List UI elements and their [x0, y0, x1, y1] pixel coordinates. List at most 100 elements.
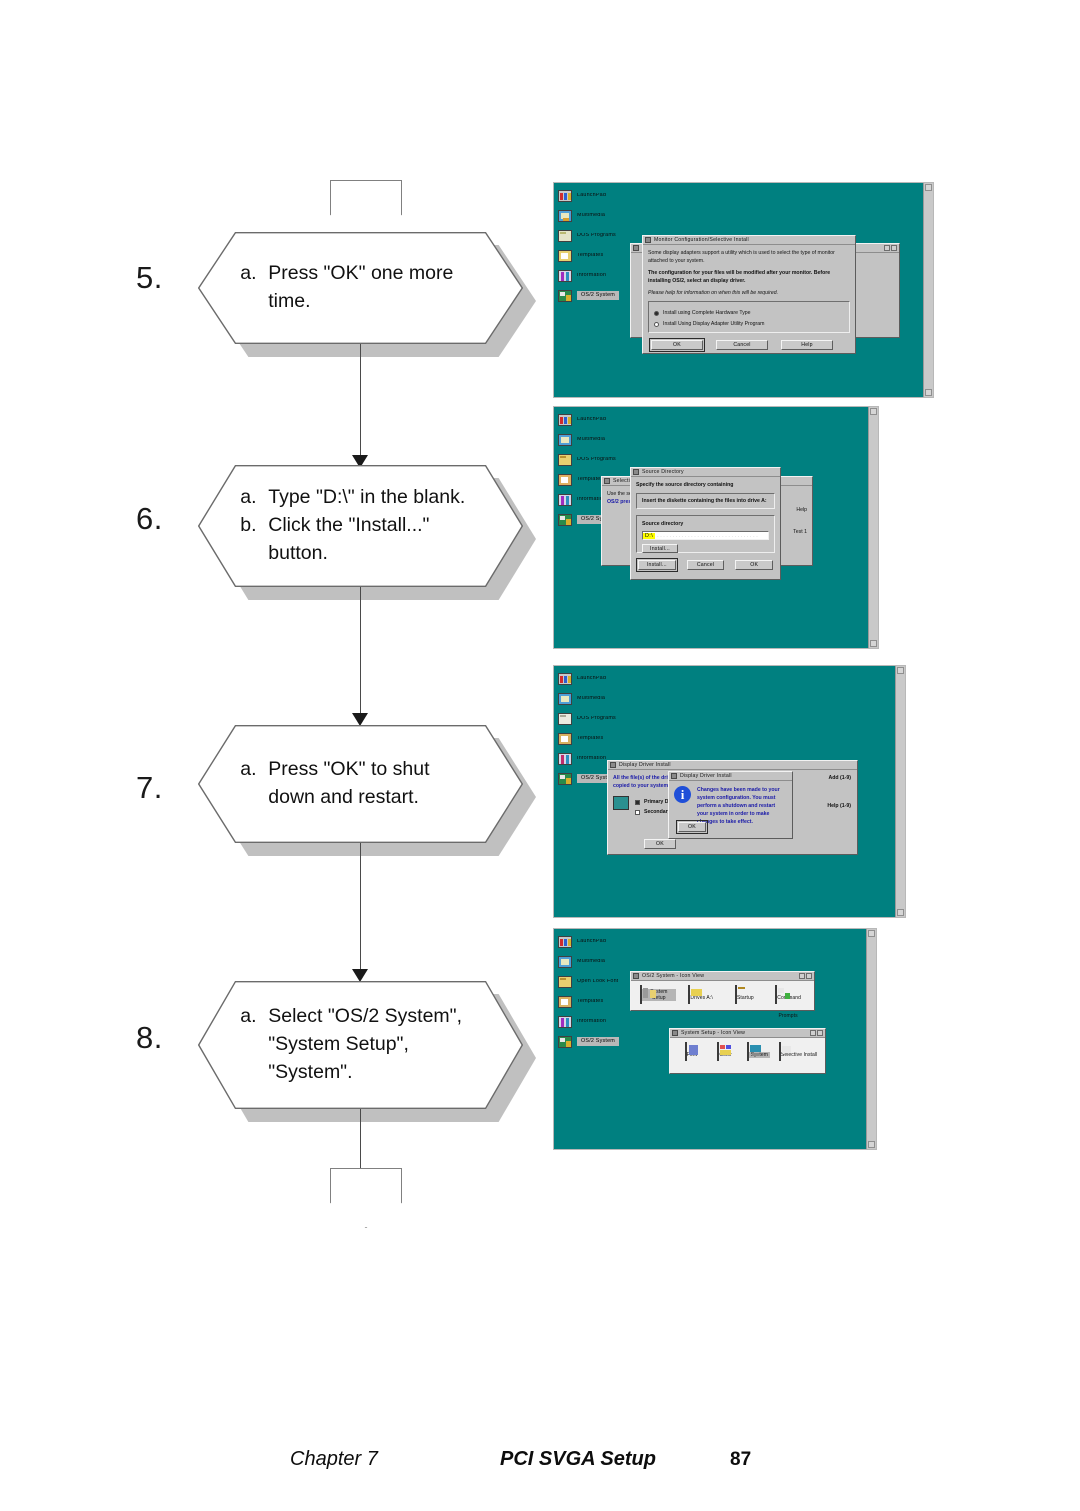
desktop-icon[interactable]: DOS Programs [558, 712, 678, 725]
dialog-titlebar[interactable]: Source Directory [631, 468, 780, 477]
scroll-up-icon[interactable] [868, 930, 875, 937]
desktop-icon-label: LaunchPad [577, 416, 607, 422]
folder-item[interactable]: System [743, 1042, 773, 1061]
step-number-6: 6. [136, 501, 163, 536]
desktop-icon-label: LaunchPad [577, 675, 607, 681]
system-setup-folder-window[interactable]: System Setup - Icon View Font Color Syst… [669, 1028, 826, 1074]
window-titlebar[interactable]: System Setup - Icon View [670, 1029, 825, 1038]
screenshot-scrollbar[interactable] [868, 407, 878, 648]
window-title: System Setup - Icon View [681, 1030, 746, 1036]
ok-button[interactable]: OK [735, 560, 774, 571]
maximize-icon [817, 1030, 823, 1036]
system-menu-icon[interactable] [604, 478, 610, 484]
desktop-icon-label: Multimedia [577, 212, 606, 218]
desktop-icon[interactable]: Multimedia [558, 692, 678, 705]
screenshot-scrollbar[interactable] [866, 929, 876, 1149]
system-menu-icon[interactable] [672, 1030, 678, 1036]
monitor-config-dialog[interactable]: Monitor Configuration/Selective Install … [642, 235, 856, 354]
dialog-paragraph-3: Please help for information on when this… [648, 290, 779, 297]
desktop-icon[interactable]: LaunchPad [558, 935, 678, 948]
folder-item[interactable]: Font [676, 1042, 706, 1061]
selective-install-icon [778, 1042, 791, 1061]
desktop-icon[interactable]: LaunchPad [558, 672, 678, 685]
dialog-titlebar[interactable]: Monitor Configuration/Selective Install [643, 236, 855, 245]
os2-system-icon [558, 772, 572, 785]
dialog-button-row: Install... Cancel OK [636, 558, 775, 573]
desktop-icon[interactable]: Templates [558, 732, 678, 745]
step-line-text: Click the "Install..." [268, 514, 430, 537]
screenshot-scrollbar[interactable] [923, 183, 933, 397]
scroll-up-icon[interactable] [870, 408, 877, 415]
display-driver-message-dialog[interactable]: Display Driver Install i Changes have be… [668, 771, 793, 839]
footer-chapter: Chapter 7 [290, 1448, 378, 1470]
folder-item[interactable]: Color [710, 1042, 740, 1061]
desktop-icon[interactable]: Multimedia [558, 955, 678, 968]
window-titlebar[interactable]: Display Driver Install [608, 761, 857, 770]
os2-system-icon [558, 1035, 572, 1048]
checkbox-unchecked-icon[interactable] [635, 809, 640, 815]
scroll-up-icon[interactable] [925, 184, 932, 191]
desktop-icon[interactable]: Multimedia [558, 433, 678, 446]
system-menu-icon[interactable] [671, 773, 677, 779]
dialog-radio-option[interactable]: Install Using Display Adapter Utility Pr… [654, 320, 844, 328]
window-controls[interactable] [799, 973, 812, 979]
step-number-8: 8. [136, 1020, 163, 1055]
desktop-icon-os2-system[interactable]: OS/2 System [558, 1035, 678, 1048]
cancel-button[interactable]: Cancel [716, 340, 768, 351]
desktop-icon[interactable]: DOS Programs [558, 453, 678, 466]
install-action-button[interactable]: Install... [636, 558, 678, 573]
step-line-text: time. [268, 290, 311, 312]
step-marker: a. [240, 262, 257, 285]
scroll-down-icon[interactable] [925, 389, 932, 396]
source-directory-input[interactable]: D:\ ................................. [642, 531, 769, 541]
help-button[interactable]: Help [781, 340, 833, 351]
radio-unselected-icon[interactable] [654, 321, 659, 327]
window-controls[interactable] [884, 245, 897, 251]
scroll-up-icon[interactable] [897, 667, 904, 674]
desktop-icon[interactable]: Multimedia [558, 209, 678, 222]
step-line: "System". [240, 1059, 497, 1087]
system-setup-icon [639, 985, 656, 1004]
screenshot-scrollbar[interactable] [895, 666, 905, 917]
scroll-down-icon[interactable] [870, 640, 877, 647]
system-menu-icon[interactable] [610, 762, 616, 768]
source-directory-label: Source directory [642, 521, 684, 528]
window-controls[interactable] [810, 1030, 823, 1036]
os2-system-icon [558, 289, 572, 302]
ok-button[interactable]: OK [676, 820, 708, 834]
cancel-button[interactable]: Cancel [686, 560, 725, 571]
folder-item[interactable]: Command Prompts [771, 985, 805, 1022]
system-menu-icon[interactable] [633, 469, 639, 475]
desktop-icon[interactable]: LaunchPad [558, 413, 678, 426]
dialog-radio-option[interactable]: Install using Complete Hardware Type [654, 309, 844, 317]
window-titlebar[interactable]: OS/2 System - Icon View [631, 972, 814, 981]
scroll-down-icon[interactable] [868, 1141, 875, 1148]
os2-system-folder-window[interactable]: OS/2 System - Icon View System Setup Dri… [630, 971, 815, 1019]
scroll-down-icon[interactable] [897, 909, 904, 916]
system-menu-icon[interactable] [633, 245, 639, 251]
dialog-body: Some display adapters support a utility … [643, 245, 855, 353]
step-6-text: a. Type "D:\" in the blank. b. Click the… [240, 465, 497, 587]
desktop-icon-label: Information [577, 755, 607, 761]
system-icon [746, 1042, 761, 1061]
templates-icon [558, 995, 572, 1008]
step-number-5: 5. [136, 260, 163, 295]
desktop-icon[interactable]: LaunchPad [558, 189, 678, 202]
folder-item[interactable]: Drives A:\ [684, 985, 718, 1004]
folder-item[interactable]: Selective Install [777, 1042, 819, 1061]
install-button[interactable]: Install... [642, 544, 678, 554]
window-right-label-2: Help (1-9) [827, 803, 851, 809]
folder-item[interactable]: System Setup [639, 985, 676, 1004]
dialog-titlebar[interactable]: Display Driver Install [669, 772, 792, 781]
checkbox-checked-icon[interactable] [635, 799, 640, 805]
launchpad-icon [558, 413, 572, 426]
ok-button[interactable]: OK [649, 338, 705, 353]
window-title: OS/2 System - Icon View [642, 973, 705, 979]
system-menu-icon[interactable] [645, 237, 651, 243]
system-menu-icon[interactable] [633, 973, 639, 979]
window-ok-button[interactable]: OK [644, 839, 676, 849]
radio-selected-icon[interactable] [654, 310, 659, 316]
source-directory-dialog[interactable]: Source Directory Specify the source dire… [630, 467, 781, 580]
folder-item[interactable]: Startup [727, 985, 761, 1004]
step-line-text: Press "OK" to shut [268, 758, 430, 781]
